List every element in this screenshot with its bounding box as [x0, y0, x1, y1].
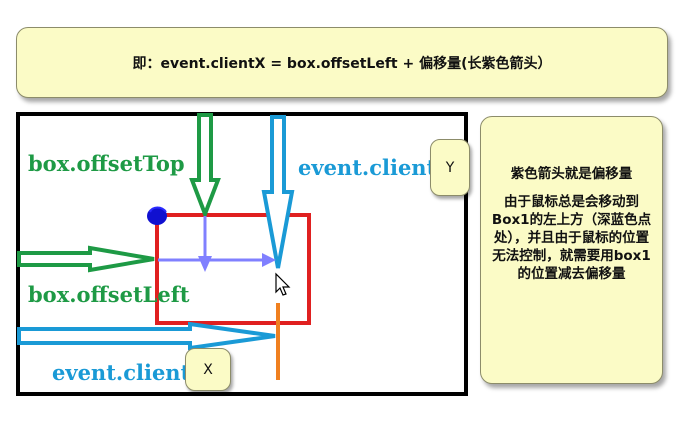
- explanation-title: 紫色箭头就是偏移量: [510, 166, 633, 182]
- client-y-arrow: [261, 115, 295, 269]
- explanation-body: 由于鼠标总是会移动到Box1的左上方（深蓝色点处），并且由于鼠标的位置无法控制，…: [491, 194, 652, 282]
- mouse-cursor-icon: [275, 272, 291, 296]
- purple-offset-arrows: [158, 216, 276, 272]
- explanation-callout: 紫色箭头就是偏移量 由于鼠标总是会移动到Box1的左上方（深蓝色点处），并且由于…: [480, 116, 663, 384]
- y-suffix-pill: Y: [430, 139, 470, 196]
- y-suffix-text: Y: [445, 159, 455, 176]
- offset-left-arrow: [17, 245, 155, 273]
- x-suffix-text: X: [203, 361, 213, 378]
- client-x-arrow: [17, 321, 276, 351]
- offset-top-arrow: [189, 113, 221, 220]
- dark-blue-dot: [147, 206, 167, 225]
- x-suffix-pill: X: [185, 348, 231, 391]
